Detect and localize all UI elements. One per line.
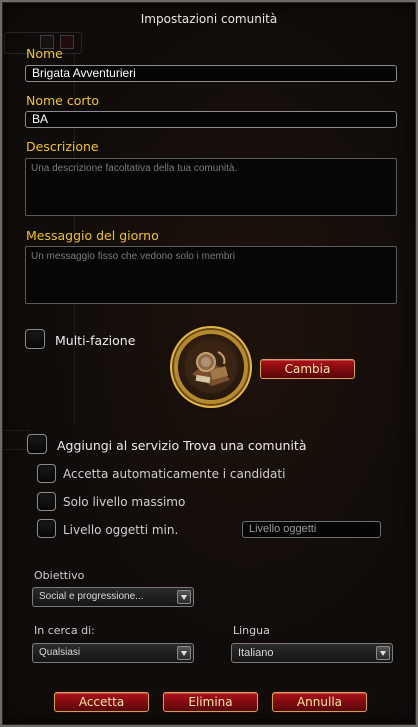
language-value: Italiano [238,647,274,659]
language-dropdown[interactable]: Italiano [231,643,393,663]
window-title: Impostazioni comunità [140,12,278,26]
chevron-down-icon[interactable] [177,646,191,660]
emblem-art-icon [185,341,237,393]
add-to-finder-checkbox[interactable] [27,434,47,454]
looking-for-dropdown[interactable]: Qualsiasi [32,643,194,663]
multifaction-label: Multi-fazione [55,333,136,348]
community-emblem-icon[interactable] [174,330,248,404]
min-ilvl-label: Livello oggetti min. [63,523,179,537]
auto-accept-label: Accetta automaticamente i candidati [63,467,286,481]
change-icon-button[interactable]: Cambia [260,359,355,379]
motd-textarea[interactable]: Un messaggio fisso che vedono solo i mem… [25,246,397,304]
motd-label: Messaggio del giorno [26,228,159,243]
accept-button[interactable]: Accetta [54,692,149,712]
description-label: Descrizione [26,139,99,154]
delete-button[interactable]: Elimina [163,692,258,712]
max-level-label: Solo livello massimo [63,495,186,509]
name-label: Nome [26,46,63,61]
short-name-label: Nome corto [26,93,100,108]
language-label: Lingua [233,624,270,637]
community-settings-window: Impostazioni comunità Nome Brigata Avven… [0,0,418,727]
objective-label: Obiettivo [34,569,85,582]
multifaction-checkbox[interactable] [25,329,45,349]
name-input[interactable]: Brigata Avventurieri [25,65,397,82]
item-level-input[interactable]: Livello oggetti [242,521,381,538]
short-name-input[interactable]: BA [25,111,397,128]
background-tab-ghost [2,430,30,450]
looking-for-label: In cerca di: [34,624,95,637]
chevron-down-icon[interactable] [177,590,191,604]
looking-for-value: Qualsiasi [39,647,81,658]
add-to-finder-label: Aggiungi al servizio Trova una comunità [57,438,307,453]
description-textarea[interactable]: Una descrizione facoltativa della tua co… [25,158,397,216]
chevron-down-icon[interactable] [376,646,390,660]
min-ilvl-checkbox[interactable] [37,519,56,538]
cancel-button[interactable]: Annulla [272,692,367,712]
objective-value: Social e progressione... [39,591,144,602]
objective-dropdown[interactable]: Social e progressione... [32,587,194,607]
auto-accept-checkbox[interactable] [37,464,56,483]
max-level-checkbox[interactable] [37,492,56,511]
